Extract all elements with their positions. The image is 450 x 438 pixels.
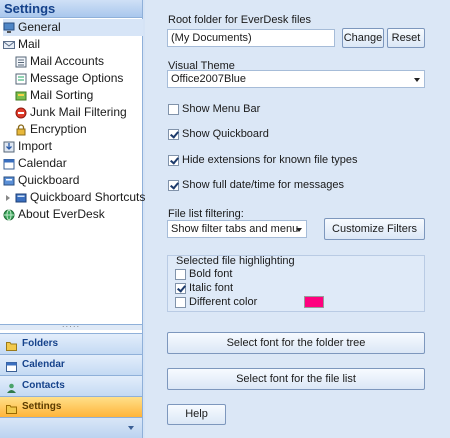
tree-item-about[interactable]: About EverDesk <box>3 206 105 223</box>
file-list-filtering-select[interactable]: Show filter tabs and menu <box>167 220 307 238</box>
globe-icon <box>3 209 15 221</box>
chevron-down-icon <box>128 426 134 430</box>
file-list-filtering-label: File list filtering: <box>168 208 244 220</box>
tree-item-mail-sorting[interactable]: Mail Sorting <box>15 87 93 104</box>
tree-item-label: Import <box>18 139 53 153</box>
help-button[interactable]: Help <box>167 404 226 425</box>
calendar-icon <box>3 158 15 170</box>
highlighting-group-label: Selected file highlighting <box>176 255 295 267</box>
tree-item-message-options[interactable]: Message Options <box>15 70 123 87</box>
settings-tree: General Mail Mail Accounts Message Optio… <box>0 19 145 324</box>
options-icon <box>15 73 27 85</box>
tree-item-junk-mail-filtering[interactable]: Junk Mail Filtering <box>15 104 127 121</box>
show-menu-bar-checkbox[interactable]: Show Menu Bar <box>168 103 260 115</box>
tree-item-label: Quickboard Shortcuts <box>30 190 146 204</box>
customize-filters-button[interactable]: Customize Filters <box>324 218 425 240</box>
lock-icon <box>15 123 27 136</box>
calendar-icon <box>6 360 17 372</box>
visual-theme-value: Office2007Blue <box>171 73 247 85</box>
tree-item-label: Message Options <box>30 71 124 85</box>
tree-item-label: Mail Sorting <box>30 88 94 102</box>
checkbox-box[interactable] <box>168 128 179 140</box>
tree-item-label: Mail <box>18 37 41 51</box>
show-quickboard-checkbox[interactable]: Show Quickboard <box>168 128 269 140</box>
tree-item-mail-accounts[interactable]: Mail Accounts <box>15 53 104 70</box>
pane-splitter[interactable]: ····· <box>0 323 142 331</box>
tree-item-label: Mail Accounts <box>30 54 105 68</box>
checkbox-label: Show Quickboard <box>182 128 269 140</box>
tree-item-label: Junk Mail Filtering <box>30 105 127 119</box>
nav-header: Settings <box>0 0 142 18</box>
tree-item-label: About EverDesk <box>18 207 105 221</box>
tree-item-encryption[interactable]: Encryption <box>15 121 87 138</box>
settings-icon <box>6 402 17 414</box>
accounts-icon <box>15 56 27 68</box>
chevron-down-icon <box>296 228 302 232</box>
checkbox-box[interactable] <box>168 103 179 115</box>
tree-item-quickboard[interactable]: Quickboard <box>3 172 79 189</box>
settings-panel: Root folder for EverDesk files (My Docum… <box>145 0 450 438</box>
tree-item-label: Calendar <box>18 156 67 170</box>
contacts-icon <box>6 381 17 393</box>
tree-item-label: General <box>18 20 61 34</box>
checkbox-box[interactable] <box>168 154 179 166</box>
checkbox-box[interactable] <box>175 268 186 280</box>
chevron-down-icon <box>414 78 420 82</box>
nav-button-label: Calendar <box>22 359 65 370</box>
nav-button-label: Contacts <box>22 380 65 391</box>
checkbox-box[interactable] <box>168 179 179 191</box>
checkbox-label: Show full date/time for messages <box>182 179 345 191</box>
nav-button-settings[interactable]: Settings <box>0 396 142 417</box>
show-full-datetime-checkbox[interactable]: Show full date/time for messages <box>168 179 344 191</box>
tree-item-mail[interactable]: Mail <box>3 36 40 53</box>
root-folder-field[interactable]: (My Documents) <box>167 29 335 47</box>
checkbox-label: Italic font <box>189 282 234 294</box>
monitor-icon <box>3 22 15 34</box>
nav-button-folders[interactable]: Folders <box>0 333 142 354</box>
file-list-filtering-value: Show filter tabs and menu <box>171 223 299 235</box>
highlight-color-swatch[interactable] <box>304 296 324 308</box>
navigation-pane: Settings General Mail Mail Accounts Mess… <box>0 0 145 438</box>
junk-icon <box>15 107 27 119</box>
reset-button[interactable]: Reset <box>387 28 425 48</box>
bold-font-checkbox[interactable]: Bold font <box>175 268 232 280</box>
tree-item-quickboard-shortcuts[interactable]: Quickboard Shortcuts <box>15 189 145 206</box>
file-list-font-button[interactable]: Select font for the file list <box>167 368 425 390</box>
tree-item-label: Encryption <box>30 122 87 136</box>
checkbox-label: Bold font <box>189 268 233 280</box>
hide-extensions-checkbox[interactable]: Hide extensions for known file types <box>168 154 357 166</box>
expand-arrow-icon[interactable] <box>6 195 10 201</box>
mail-icon <box>3 39 15 51</box>
tree-item-import[interactable]: Import <box>3 138 52 155</box>
highlighting-group: Selected file highlighting Bold font Ita… <box>167 255 425 312</box>
checkbox-label: Show Menu Bar <box>182 103 261 115</box>
folder-icon <box>6 339 17 351</box>
sorting-icon <box>15 90 27 102</box>
import-icon <box>3 141 15 153</box>
different-color-checkbox[interactable]: Different color <box>175 296 257 308</box>
visual-theme-select[interactable]: Office2007Blue <box>167 70 425 88</box>
nav-button-calendar[interactable]: Calendar <box>0 354 142 375</box>
checkbox-label: Different color <box>189 296 258 308</box>
tree-item-label: Quickboard <box>18 173 80 187</box>
folder-tree-font-button[interactable]: Select font for the folder tree <box>167 332 425 354</box>
checkbox-box[interactable] <box>175 282 186 294</box>
quickboard-icon <box>3 175 15 187</box>
change-button[interactable]: Change <box>342 28 384 48</box>
checkbox-box[interactable] <box>175 296 186 308</box>
shortcuts-icon <box>15 192 27 204</box>
italic-font-checkbox[interactable]: Italic font <box>175 282 233 294</box>
nav-overflow-button[interactable] <box>0 417 142 438</box>
nav-button-label: Settings <box>22 401 62 412</box>
root-folder-label: Root folder for EverDesk files <box>168 14 312 26</box>
nav-button-contacts[interactable]: Contacts <box>0 375 142 396</box>
tree-item-general[interactable]: General <box>3 19 143 36</box>
nav-button-label: Folders <box>22 338 59 349</box>
tree-item-calendar[interactable]: Calendar <box>3 155 67 172</box>
checkbox-label: Hide extensions for known file types <box>182 154 358 166</box>
